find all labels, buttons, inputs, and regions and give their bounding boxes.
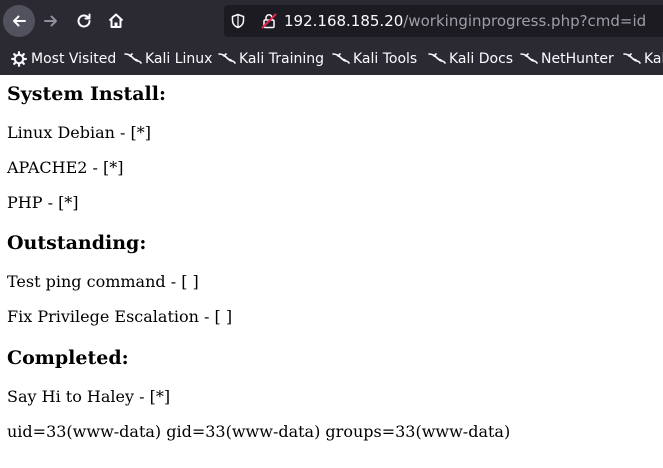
url-bar[interactable]: 192.168.185.20/workinginprogress.php?cmd… bbox=[224, 5, 663, 37]
arrow-right-icon bbox=[42, 12, 60, 30]
bookmark-kali-truncated[interactable]: Kal bbox=[623, 49, 663, 69]
bookmarks-toolbar: Most Visited Kali Linux Kali Training Ka… bbox=[0, 42, 663, 75]
url-text[interactable]: 192.168.185.20/workinginprogress.php?cmd… bbox=[284, 11, 646, 31]
bookmark-kali-linux[interactable]: Kali Linux bbox=[124, 49, 212, 69]
forward-button[interactable] bbox=[35, 5, 67, 37]
bookmark-kali-training[interactable]: Kali Training bbox=[218, 49, 324, 69]
url-path: /workinginprogress.php?cmd=id bbox=[403, 12, 647, 30]
kali-dragon-icon bbox=[218, 51, 236, 67]
install-heading: System Install: bbox=[7, 83, 166, 105]
bookmark-label: NetHunter bbox=[541, 51, 614, 67]
page-content: System Install: Linux Debian - [*] APACH… bbox=[0, 75, 663, 468]
insecure-lock-icon[interactable] bbox=[260, 12, 278, 34]
home-button[interactable] bbox=[100, 5, 132, 37]
arrow-left-icon bbox=[10, 12, 28, 30]
bookmark-label: Kali Training bbox=[239, 51, 324, 67]
shield-icon[interactable] bbox=[230, 13, 246, 33]
install-item: APACHE2 - [*] bbox=[7, 158, 124, 177]
kali-dragon-icon bbox=[520, 51, 538, 67]
install-item: PHP - [*] bbox=[7, 193, 79, 212]
kali-dragon-icon bbox=[428, 51, 446, 67]
home-icon bbox=[107, 12, 125, 30]
back-button[interactable] bbox=[3, 5, 35, 37]
install-item: Linux Debian - [*] bbox=[7, 123, 152, 142]
navigation-toolbar: 192.168.185.20/workinginprogress.php?cmd… bbox=[0, 0, 663, 42]
completed-item: Say Hi to Haley - [*] bbox=[7, 387, 171, 406]
gear-icon bbox=[10, 51, 28, 67]
reload-button[interactable] bbox=[68, 5, 100, 37]
completed-heading: Completed: bbox=[7, 347, 129, 369]
bookmark-label: Kali Docs bbox=[449, 51, 514, 67]
outstanding-item: Fix Privilege Escalation - [ ] bbox=[7, 307, 233, 326]
kali-dragon-icon bbox=[332, 51, 350, 67]
browser-chrome: 192.168.185.20/workinginprogress.php?cmd… bbox=[0, 0, 663, 75]
bookmark-label: Kal bbox=[644, 51, 663, 67]
url-host: 192.168.185.20 bbox=[284, 12, 404, 30]
bookmark-nethunter[interactable]: NetHunter bbox=[520, 49, 614, 69]
outstanding-item: Test ping command - [ ] bbox=[7, 272, 199, 291]
kali-dragon-icon bbox=[124, 51, 142, 67]
bookmark-label: Most Visited bbox=[31, 51, 117, 67]
bookmark-label: Kali Tools bbox=[353, 51, 418, 67]
bookmark-most-visited[interactable]: Most Visited bbox=[10, 49, 116, 69]
bookmark-label: Kali Linux bbox=[145, 51, 213, 67]
reload-icon bbox=[75, 12, 93, 30]
bookmark-kali-tools[interactable]: Kali Tools bbox=[332, 49, 417, 69]
command-output: uid=33(www-data) gid=33(www-data) groups… bbox=[7, 422, 511, 441]
outstanding-heading: Outstanding: bbox=[7, 232, 147, 254]
kali-dragon-icon bbox=[623, 51, 641, 67]
bookmark-kali-docs[interactable]: Kali Docs bbox=[428, 49, 513, 69]
